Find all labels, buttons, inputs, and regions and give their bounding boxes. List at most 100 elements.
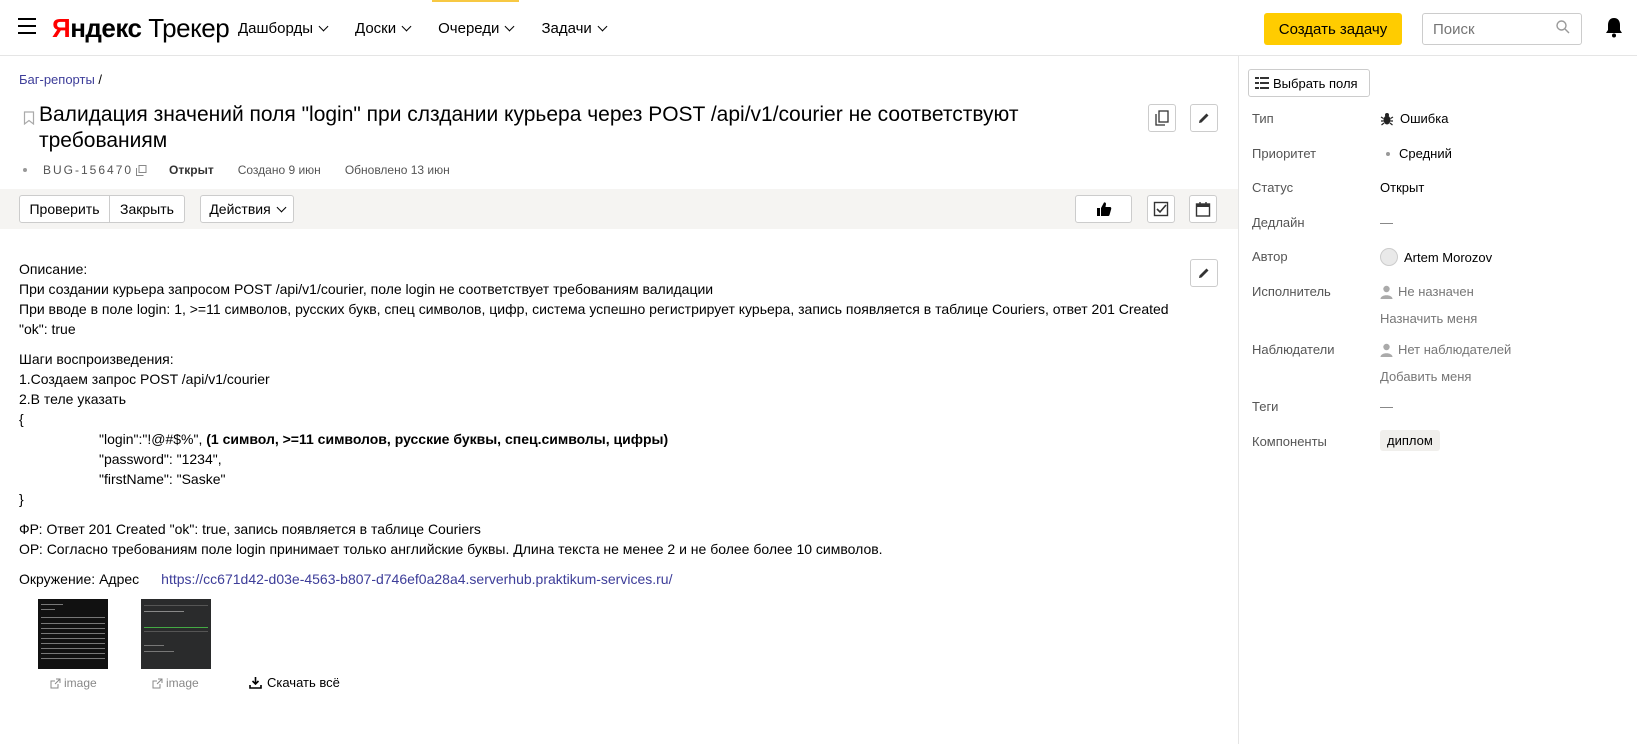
chevron-down-icon — [504, 21, 515, 31]
chevron-down-icon — [401, 21, 412, 31]
edit-title-button[interactable] — [1190, 104, 1218, 132]
calendar-button[interactable] — [1189, 195, 1217, 223]
desc-line: Описание: — [19, 261, 88, 277]
followers-label: Наблюдатели — [1252, 342, 1335, 357]
desc-line: Шаги воспроизведения: — [19, 351, 174, 367]
close-button[interactable]: Закрыть — [109, 195, 185, 223]
assign-me-link[interactable]: Назначить меня — [1380, 311, 1477, 326]
tags-value[interactable]: — — [1380, 399, 1393, 414]
nav-boards[interactable]: Доски — [355, 0, 412, 56]
created-date: Создано 9 июн — [237, 163, 321, 177]
user-icon — [1380, 285, 1393, 299]
edit-description-button[interactable] — [1190, 259, 1218, 287]
components-value[interactable]: диплом — [1380, 430, 1440, 451]
desc-line: "password": "1234", — [99, 451, 222, 467]
desc-line: Окружение: Адрес https://cc671d42-d03e-45… — [19, 571, 673, 587]
issue-sidebar: Выбрать поля Тип Ошибка Приоритет Средни… — [1238, 56, 1637, 744]
check-button[interactable]: Проверить — [19, 195, 110, 223]
thumbs-up-icon — [1096, 202, 1111, 216]
issue-meta: BUG-156470 Открыт Создано 9 июн Обновлен… — [19, 163, 450, 177]
meta-dot — [23, 168, 27, 172]
external-link-icon — [50, 678, 61, 688]
pencil-icon — [1199, 268, 1209, 278]
attachment-thumbnail[interactable] — [141, 599, 211, 669]
chevron-down-icon — [597, 21, 608, 31]
breadcrumb-queue-link[interactable]: Баг-репорты — [19, 72, 95, 87]
desc-line: { — [19, 411, 24, 427]
logo-tracker: Трекер — [148, 13, 230, 43]
main-nav: Дашборды Доски Очереди Задачи — [238, 0, 634, 56]
desc-line: "firstName": "Saske" — [99, 471, 226, 487]
actions-dropdown[interactable]: Действия — [200, 195, 294, 223]
desc-line: ОР: Согласно требованиям поле login прин… — [19, 541, 883, 557]
desc-line: При вводе в поле login: 1, >=11 символов… — [19, 301, 1169, 317]
desc-line: "login":"!@#$%", (1 символ, >=11 символо… — [99, 431, 669, 447]
external-link-icon — [152, 678, 163, 688]
updated-date: Обновлено 13 июн — [344, 163, 450, 177]
attachment-thumbnail[interactable] — [38, 599, 108, 669]
top-bar: Яндекс Трекер Дашборды Доски Очереди Зад… — [0, 0, 1637, 56]
priority-label: Приоритет — [1252, 146, 1317, 161]
download-icon — [249, 677, 262, 689]
chevron-down-icon — [276, 202, 287, 212]
desc-line: "ok": true — [19, 321, 76, 337]
deadline-label: Дедлайн — [1252, 215, 1305, 230]
desc-line: } — [19, 491, 24, 507]
like-button[interactable] — [1075, 195, 1132, 223]
user-icon — [1380, 343, 1393, 357]
author-value[interactable]: Artem Morozov — [1380, 248, 1492, 266]
choose-fields-button[interactable]: Выбрать поля — [1248, 69, 1370, 97]
bug-icon — [1380, 112, 1394, 125]
priority-dot — [1386, 151, 1390, 156]
attachment-label[interactable]: image — [152, 676, 199, 690]
bookmark-icon[interactable] — [23, 111, 35, 125]
status-label: Статус — [1252, 180, 1294, 195]
issue-key[interactable]: BUG-156470 — [43, 163, 133, 177]
checkbox-icon — [1153, 201, 1169, 217]
issue-description: Описание: При создании курьера запросом … — [19, 259, 1179, 589]
type-label: Тип — [1252, 111, 1274, 126]
avatar — [1380, 248, 1398, 266]
search-icon[interactable] — [1556, 20, 1570, 34]
environment-link[interactable]: https://cc671d42-d03e-4563-b807-d746ef0a… — [161, 571, 672, 587]
component-tag[interactable]: диплом — [1380, 430, 1440, 451]
desc-line: 1.Создаем запрос POST /api/v1/courier — [19, 371, 270, 387]
add-me-link[interactable]: Добавить меня — [1380, 369, 1471, 384]
chevron-down-icon — [318, 21, 329, 31]
checklist-button[interactable] — [1147, 195, 1175, 223]
attachment-label[interactable]: image — [50, 676, 97, 690]
components-label: Компоненты — [1252, 434, 1327, 449]
deadline-value[interactable]: — — [1380, 215, 1393, 230]
assignee-value[interactable]: Не назначен — [1380, 284, 1474, 299]
breadcrumb: Баг-репорты / — [19, 72, 103, 87]
nav-tasks[interactable]: Задачи — [541, 0, 608, 56]
pencil-icon — [1199, 113, 1209, 123]
create-issue-button[interactable]: Создать задачу — [1264, 13, 1402, 45]
copy-icon — [1155, 110, 1169, 126]
assignee-label: Исполнитель — [1252, 284, 1331, 299]
copy-key-icon[interactable] — [136, 164, 147, 176]
nav-queues[interactable]: Очереди — [432, 0, 520, 56]
menu-icon[interactable] — [18, 18, 36, 34]
followers-value[interactable]: Нет наблюдателей — [1380, 342, 1511, 357]
logo[interactable]: Яндекс Трекер — [52, 12, 230, 44]
desc-line: При создании курьера запросом POST /api/… — [19, 281, 714, 297]
copy-link-button[interactable] — [1148, 104, 1176, 132]
type-value[interactable]: Ошибка — [1380, 111, 1448, 126]
desc-line: ФР: Ответ 201 Created "ok": true, запись… — [19, 521, 481, 537]
tags-label: Теги — [1252, 399, 1279, 414]
status-value[interactable]: Открыт — [1380, 180, 1424, 195]
fields-icon — [1255, 77, 1269, 89]
calendar-icon — [1195, 202, 1211, 217]
download-all-button[interactable]: Скачать всё — [249, 675, 340, 690]
author-label: Автор — [1252, 249, 1288, 264]
priority-value[interactable]: Средний — [1380, 146, 1452, 161]
desc-line: 2.В теле указать — [19, 391, 126, 407]
nav-dashboards[interactable]: Дашборды — [238, 0, 329, 56]
logo-yandex: Яндекс — [52, 13, 142, 43]
bell-icon[interactable] — [1604, 16, 1624, 38]
issue-title[interactable]: Валидация значений поля "login" при слзд… — [39, 102, 1119, 154]
